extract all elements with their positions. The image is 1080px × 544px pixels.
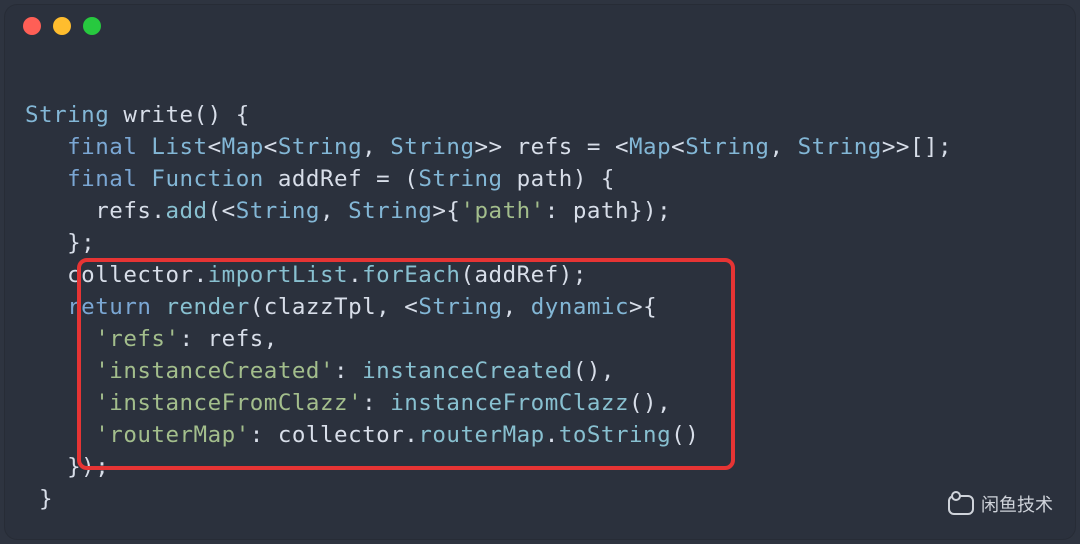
string-literal: 'instanceFromClazz' bbox=[95, 390, 362, 416]
fn-call: instanceFromClazz bbox=[390, 390, 629, 416]
punct: }); bbox=[67, 454, 109, 480]
type-token: Map bbox=[629, 134, 671, 160]
var-name: collector bbox=[67, 262, 193, 288]
code-line: String write() { bbox=[25, 102, 250, 128]
punct: () bbox=[671, 422, 699, 448]
var-name: refs bbox=[208, 326, 264, 352]
fn-name: write bbox=[123, 102, 193, 128]
fn-call: render bbox=[165, 294, 249, 320]
type-token: String bbox=[348, 198, 432, 224]
type-token: String bbox=[278, 134, 362, 160]
code-line: collector.importList.forEach(addRef); bbox=[25, 262, 587, 288]
close-icon bbox=[23, 17, 41, 35]
code-window: String write() { final List<Map<String, … bbox=[5, 5, 1075, 539]
var-name: refs bbox=[95, 198, 151, 224]
punct: , bbox=[264, 326, 278, 352]
type-token: Function bbox=[151, 166, 263, 192]
method: toString bbox=[559, 422, 671, 448]
punct: (), bbox=[629, 390, 671, 416]
method: forEach bbox=[362, 262, 460, 288]
punct: ( bbox=[404, 166, 418, 192]
punct: () { bbox=[194, 102, 250, 128]
punct: } bbox=[39, 486, 53, 512]
type-token: Map bbox=[222, 134, 264, 160]
property: routerMap bbox=[418, 422, 544, 448]
property: importList bbox=[208, 262, 348, 288]
code-line: 'instanceFromClazz': instanceFromClazz()… bbox=[25, 390, 671, 416]
type-token: String bbox=[390, 134, 474, 160]
keyword: final bbox=[67, 166, 137, 192]
var-name: refs bbox=[517, 134, 573, 160]
code-line: return render(clazzTpl, <String, dynamic… bbox=[25, 294, 657, 320]
zoom-icon bbox=[83, 17, 101, 35]
type-token: String bbox=[418, 294, 502, 320]
string-literal: 'routerMap' bbox=[95, 422, 250, 448]
fn-call: instanceCreated bbox=[362, 358, 573, 384]
code-line: final List<Map<String, String>> refs = <… bbox=[25, 134, 952, 160]
var-name: clazzTpl bbox=[264, 294, 376, 320]
punct: = bbox=[376, 166, 390, 192]
wechat-icon bbox=[947, 493, 973, 515]
string-literal: 'refs' bbox=[95, 326, 179, 352]
punct: = bbox=[587, 134, 601, 160]
var-name: collector bbox=[278, 422, 404, 448]
code-line: 'routerMap': collector.routerMap.toStrin… bbox=[25, 422, 699, 448]
watermark: 闲鱼技术 bbox=[947, 491, 1053, 517]
punct: ) { bbox=[573, 166, 615, 192]
code-line: }); bbox=[25, 454, 109, 480]
minimize-icon bbox=[53, 17, 71, 35]
type-token: String bbox=[798, 134, 882, 160]
var-name: path bbox=[573, 198, 629, 224]
type-token: String bbox=[25, 102, 109, 128]
type-token: dynamic bbox=[531, 294, 629, 320]
window-titlebar bbox=[5, 5, 1075, 47]
type-token: List bbox=[151, 134, 207, 160]
code-line: 'refs': refs, bbox=[25, 326, 278, 352]
type-token: String bbox=[418, 166, 502, 192]
punct: { bbox=[643, 294, 657, 320]
watermark-text: 闲鱼技术 bbox=[981, 491, 1053, 517]
param-name: path bbox=[517, 166, 573, 192]
keyword: return bbox=[67, 294, 151, 320]
var-name: addRef bbox=[475, 262, 559, 288]
string-literal: 'path' bbox=[460, 198, 544, 224]
method: add bbox=[165, 198, 207, 224]
code-line: } bbox=[25, 486, 53, 512]
string-literal: 'instanceCreated' bbox=[95, 358, 334, 384]
punct: ); bbox=[559, 262, 587, 288]
code-line: refs.add(<String, String>{'path': path})… bbox=[25, 198, 671, 224]
punct: }); bbox=[629, 198, 671, 224]
code-line: 'instanceCreated': instanceCreated(), bbox=[25, 358, 615, 384]
type-token: String bbox=[236, 198, 320, 224]
code-block: String write() { final List<Map<String, … bbox=[5, 47, 1075, 539]
var-name: addRef bbox=[278, 166, 362, 192]
punct: }; bbox=[67, 230, 95, 256]
type-token: String bbox=[685, 134, 769, 160]
code-line: }; bbox=[25, 230, 95, 256]
punct: []; bbox=[910, 134, 952, 160]
code-line: final Function addRef = (String path) { bbox=[25, 166, 615, 192]
keyword: final bbox=[67, 134, 137, 160]
punct: (), bbox=[573, 358, 615, 384]
